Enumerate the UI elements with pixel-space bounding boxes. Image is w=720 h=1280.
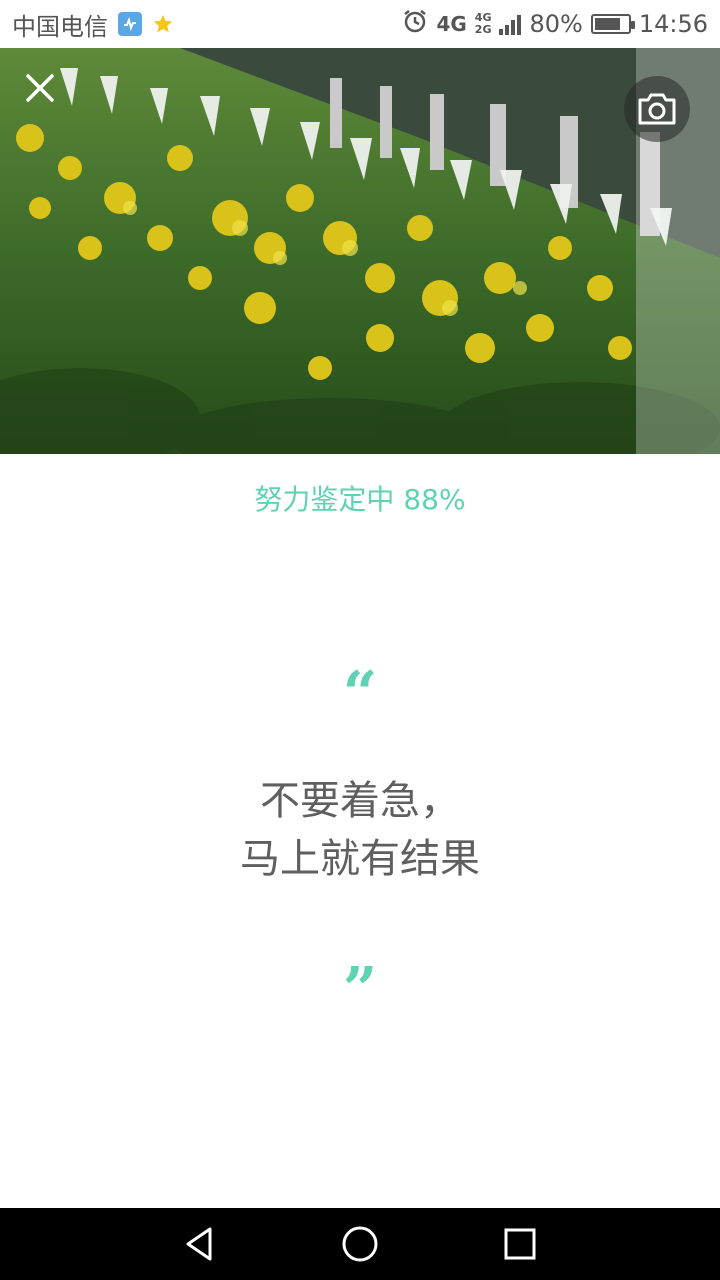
back-button[interactable] bbox=[178, 1222, 222, 1266]
home-icon bbox=[342, 1226, 378, 1262]
photo-preview bbox=[0, 48, 720, 454]
signal-icon bbox=[499, 13, 522, 35]
clock: 14:56 bbox=[638, 10, 708, 38]
alarm-icon bbox=[402, 8, 428, 40]
quote-line-1: 不要着急， bbox=[260, 778, 460, 824]
recents-icon bbox=[504, 1228, 536, 1260]
quote-line-2: 马上就有结果 bbox=[240, 836, 480, 882]
quote-open-mark: “ bbox=[342, 659, 378, 729]
status-left: 中国电信 bbox=[12, 7, 174, 42]
status-bar: 中国电信 4G 4G 2G 80% 14:56 bbox=[0, 0, 720, 48]
battery-percent: 80% bbox=[529, 10, 583, 38]
field-photo bbox=[0, 48, 720, 454]
close-button[interactable] bbox=[20, 68, 60, 108]
quote-text: 不要着急， 马上就有结果 bbox=[0, 772, 720, 888]
quote-close-mark: ” bbox=[342, 955, 378, 1025]
recents-button[interactable] bbox=[498, 1222, 542, 1266]
camera-icon bbox=[638, 93, 676, 125]
network-secondary: 4G 2G bbox=[475, 12, 492, 36]
back-icon bbox=[186, 1227, 212, 1261]
star-icon bbox=[152, 13, 174, 35]
app-badge-icon bbox=[118, 12, 142, 36]
network-secondary-bottom: 2G bbox=[474, 23, 492, 36]
identification-progress-label: 努力鉴定中 88% bbox=[254, 483, 466, 516]
camera-button[interactable] bbox=[624, 76, 690, 142]
battery-fill bbox=[594, 18, 621, 30]
close-icon bbox=[26, 74, 54, 102]
battery-icon bbox=[590, 14, 635, 34]
status-right: 4G 4G 2G 80% 14:56 bbox=[402, 8, 708, 40]
navigation-bar bbox=[0, 1208, 720, 1280]
carrier-label: 中国电信 bbox=[12, 12, 108, 41]
home-button[interactable] bbox=[338, 1222, 382, 1266]
screen: 中国电信 4G 4G 2G 80% 14:56 努力鉴定中 88% “ 不要着急… bbox=[0, 0, 720, 1280]
network-type-label: 4G bbox=[436, 12, 467, 36]
